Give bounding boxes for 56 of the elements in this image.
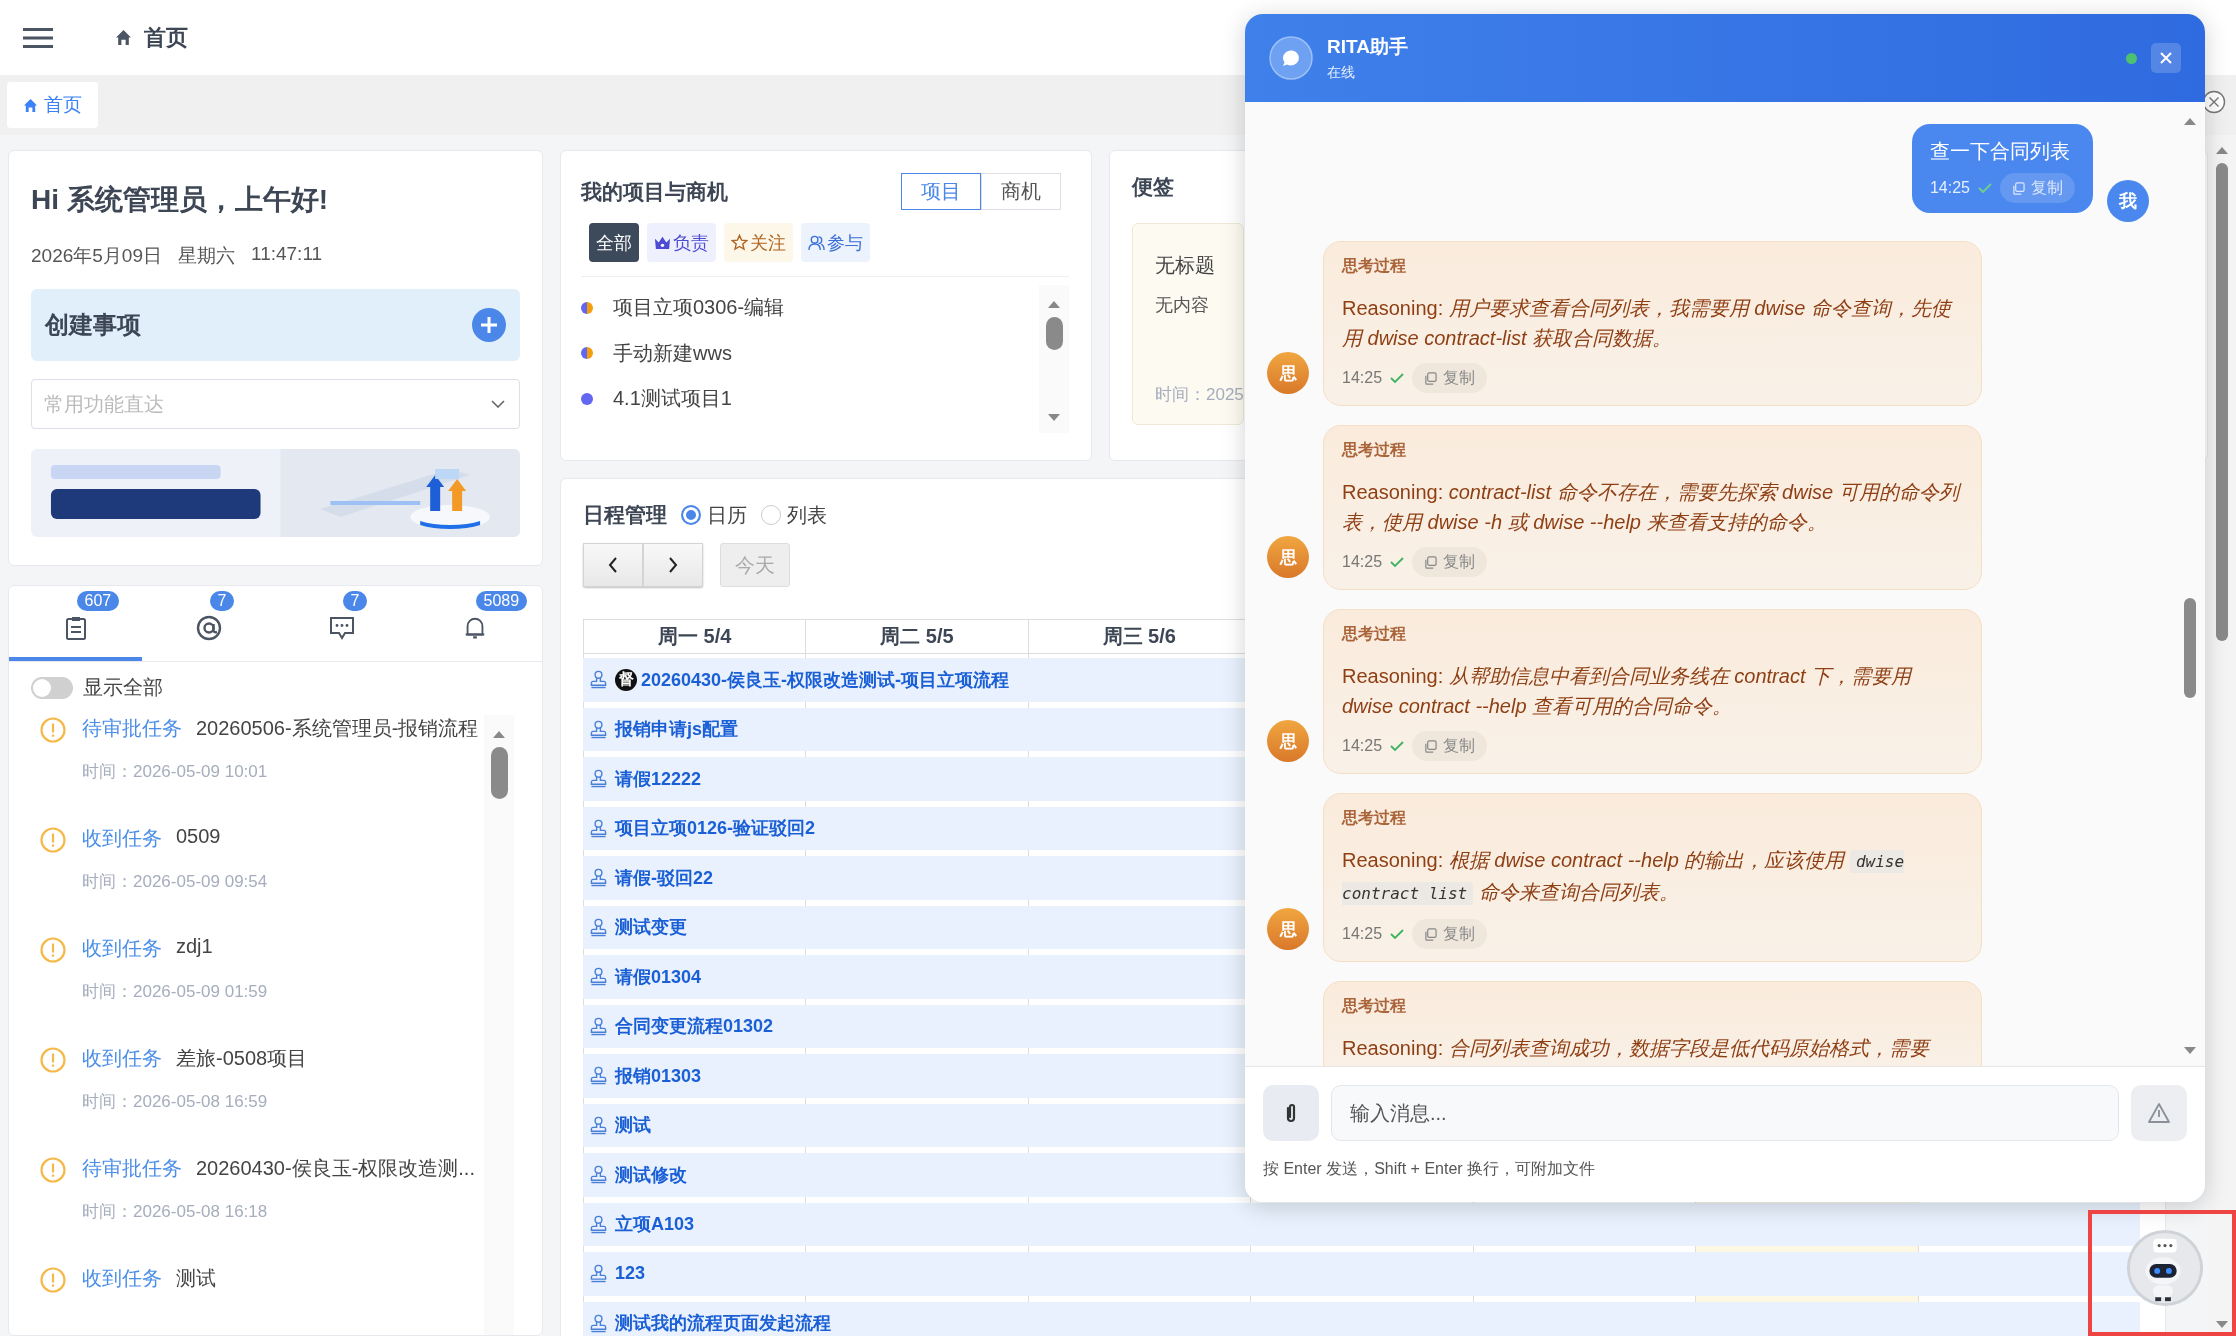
reasoning-label: 思考过程 bbox=[1342, 996, 1407, 1016]
message-time: 14:25 bbox=[1342, 737, 1383, 755]
task-time: 时间：2026-05-08 16:18 bbox=[82, 1201, 269, 1223]
card-title: 便签 bbox=[1132, 174, 1174, 200]
assistant-name: RITA助手 bbox=[1327, 35, 1408, 59]
task-time: 时间：2026-05-08 16:59 bbox=[82, 1091, 269, 1113]
message-time: 14:25 bbox=[1342, 369, 1383, 387]
reasoning-text: Reasoning: 从帮助信息中看到合同业务线在 contract 下，需要用 dwise contract --help 查看可用的合同命令。 bbox=[1342, 664, 1914, 719]
assistant-avatar: 思 bbox=[1267, 352, 1309, 394]
card-title: 我的项目与商机 bbox=[581, 178, 728, 205]
online-status: 在线 bbox=[1327, 64, 1356, 82]
note-time: 时间：2025 bbox=[1155, 384, 1244, 406]
message-text: 查一下合同列表 bbox=[1929, 139, 2071, 164]
assistant-avatar: 思 bbox=[1267, 536, 1309, 578]
supervision-badge: 督 bbox=[615, 668, 637, 691]
assistant-avatar: 思 bbox=[1267, 908, 1309, 950]
reasoning-text: Reasoning: 根据 dwise contract --help 的输出，应该使用 dwise contract list 命令来查询合同列表。 bbox=[1342, 848, 1906, 907]
day-header: 周三 5/6 bbox=[1102, 624, 1176, 649]
task-title: 差旅-0508项目 bbox=[176, 1046, 308, 1071]
message-time: 14:25 bbox=[1342, 925, 1383, 943]
day-header: 周二 5/5 bbox=[880, 624, 954, 649]
message-time: 14:25 bbox=[1929, 179, 1970, 197]
page-title: 首页 bbox=[144, 23, 188, 52]
note-title: 无标题 bbox=[1155, 253, 1215, 278]
reasoning-label: 思考过程 bbox=[1342, 256, 1407, 276]
count-badge: 607 bbox=[76, 591, 120, 611]
reasoning-label: 思考过程 bbox=[1342, 808, 1407, 828]
user-avatar: 我 bbox=[2107, 180, 2149, 222]
count-badge: 7 bbox=[209, 591, 235, 611]
reasoning-text: Reasoning: 合同列表查询成功，数据字段是低代码原始格式，需要 bbox=[1342, 1036, 1932, 1061]
toggle-label: 显示全部 bbox=[83, 675, 163, 700]
card-title: 日程管理 bbox=[583, 502, 667, 528]
reasoning-text: Reasoning: 用户要求查看合同列表，我需要用 dwise 命令查询，先使用 dwise contract-list 获取合同数据。 bbox=[1342, 296, 1954, 351]
create-label: 创建事项 bbox=[45, 310, 141, 340]
reasoning-text: Reasoning: contract-list 命令不存在，需要先探索 dwise 可用的命令列表，使用 dwise -h 或 dwise --help 来查看支持的命令。 bbox=[1342, 477, 1963, 537]
task-time: 时间：2026-05-09 01:59 bbox=[82, 981, 268, 1003]
task-title: zdj1 bbox=[176, 935, 213, 959]
time-text: 11:47:11 bbox=[250, 243, 323, 266]
count-badge: 7 bbox=[342, 591, 368, 611]
reasoning-label: 思考过程 bbox=[1342, 440, 1407, 460]
day-header: 周一 5/4 bbox=[657, 624, 732, 649]
task-title: 测试 bbox=[176, 1266, 216, 1291]
note-content: 无内容 bbox=[1155, 294, 1209, 317]
input-hint: 按 Enter 发送，Shift + Enter 换行，可附加文件 bbox=[1263, 1159, 1597, 1179]
assistant-avatar: 思 bbox=[1267, 720, 1309, 762]
greeting: Hi 系统管理员，上午好! bbox=[31, 183, 330, 217]
count-badge: 5089 bbox=[475, 591, 528, 611]
reasoning-label: 思考过程 bbox=[1342, 624, 1407, 644]
task-title: 0509 bbox=[176, 825, 221, 849]
task-title: 20260430-侯良玉-权限改造测... bbox=[196, 1156, 475, 1181]
task-time: 时间：2026-05-09 09:54 bbox=[82, 871, 268, 893]
weekday-text: 星期六 bbox=[177, 244, 235, 268]
task-time: 时间：2026-05-09 10:01 bbox=[82, 761, 269, 783]
date-text: 2026年5月09日 bbox=[31, 244, 162, 268]
task-title: 20260506-系统管理员-报销流程 bbox=[196, 716, 479, 741]
message-time: 14:25 bbox=[1342, 553, 1383, 571]
